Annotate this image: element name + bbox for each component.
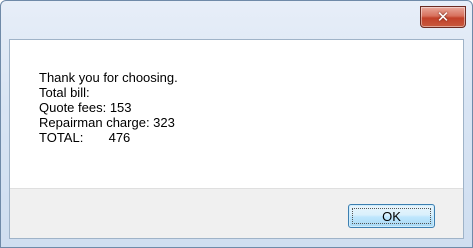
title-bar[interactable]: ✕ xyxy=(1,1,472,39)
message-line-total-bill: Total bill: xyxy=(39,85,90,100)
button-footer: OK xyxy=(10,188,463,238)
message-line-quote-fees: Quote fees: 153 xyxy=(39,100,132,115)
dialog-client-area: Thank you for choosing. Total bill: Quot… xyxy=(9,39,464,239)
message-text: Thank you for choosing. Total bill: Quot… xyxy=(39,70,178,145)
message-line-total: TOTAL: 476 xyxy=(39,130,131,145)
message-content-area: Thank you for choosing. Total bill: Quot… xyxy=(10,40,463,188)
message-box-window: ✕ Thank you for choosing. Total bill: Qu… xyxy=(0,0,473,248)
close-button[interactable]: ✕ xyxy=(420,6,466,28)
message-line-thanks: Thank you for choosing. xyxy=(39,70,178,85)
ok-button[interactable]: OK xyxy=(348,204,435,228)
message-line-repairman-charge: Repairman charge: 323 xyxy=(39,115,175,130)
ok-button-label: OK xyxy=(382,208,401,224)
close-icon: ✕ xyxy=(436,7,450,26)
